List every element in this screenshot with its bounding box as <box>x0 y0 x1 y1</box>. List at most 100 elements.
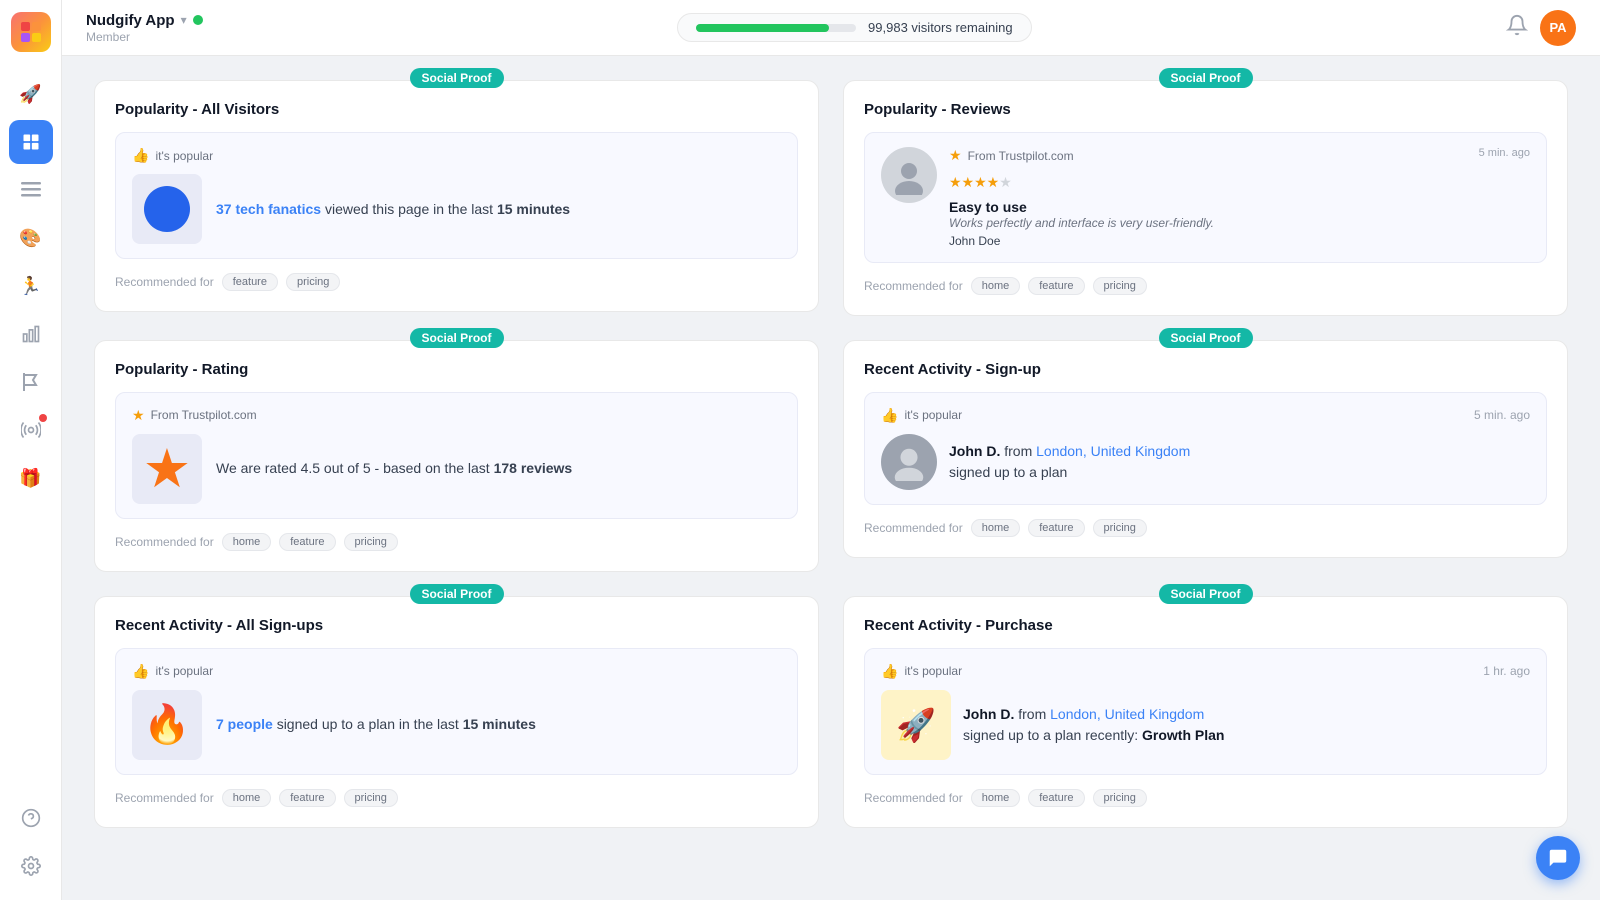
time-badge: 5 min. ago <box>1474 408 1530 422</box>
sidebar-item-rocket[interactable]: 🚀 <box>9 72 53 116</box>
tag-feature[interactable]: feature <box>1028 277 1084 295</box>
plan-link[interactable]: Growth Plan <box>1142 727 1224 743</box>
social-proof-badge: Social Proof <box>409 68 503 88</box>
sidebar-item-list[interactable] <box>9 168 53 212</box>
sidebar-item-dashboard[interactable] <box>9 120 53 164</box>
card-popularity-reviews: Social Proof Popularity - Reviews <box>843 80 1568 316</box>
tag-pricing[interactable]: pricing <box>1093 789 1147 807</box>
thumbup-icon: 👍 <box>881 407 898 424</box>
activity-text: John D. from London, United Kingdom sign… <box>963 704 1224 746</box>
tag-feature[interactable]: feature <box>279 533 335 551</box>
sidebar-item-palette[interactable]: 🎨 <box>9 216 53 260</box>
chevron-icon[interactable]: ▾ <box>181 13 187 27</box>
preview-top: 👍 it's popular <box>132 663 781 680</box>
bold-text: 15 minutes <box>463 716 536 732</box>
recommended-label: Recommended for <box>864 279 963 293</box>
review-title: Easy to use <box>949 199 1530 215</box>
review-time: 5 min. ago <box>1479 147 1530 159</box>
card-recent-activity-purchase: Social Proof Recent Activity - Purchase … <box>843 596 1568 828</box>
highlight-text: 37 tech fanatics <box>216 201 321 217</box>
sidebar-item-chart[interactable] <box>9 312 53 356</box>
tag-feature[interactable]: feature <box>222 273 278 291</box>
app-info: Nudgify App ▾ Member <box>86 12 203 44</box>
preview-top: 👍 it's popular <box>132 147 781 164</box>
card-title: Popularity - Rating <box>115 361 798 378</box>
card-preview: 👍 it's popular 1 hr. ago 🚀 John D. from … <box>864 648 1547 775</box>
person-avatar <box>881 434 937 490</box>
card-title: Recent Activity - Purchase <box>864 617 1547 634</box>
blue-circle-icon <box>144 186 190 232</box>
recommended-row: Recommended for home feature pricing <box>115 533 798 551</box>
review-author: John Doe <box>949 234 1530 248</box>
tag-pricing[interactable]: pricing <box>344 789 398 807</box>
card-popularity-all-visitors: Social Proof Popularity - All Visitors 👍… <box>94 80 819 316</box>
sidebar: 🚀 🎨 🏃 🎁 <box>0 0 62 900</box>
tag-pricing[interactable]: pricing <box>1093 277 1147 295</box>
trustpilot-row: ★ From Trustpilot.com <box>949 147 1074 164</box>
tag-pricing[interactable]: pricing <box>286 273 340 291</box>
sidebar-item-settings[interactable] <box>9 844 53 888</box>
tag-home[interactable]: home <box>222 533 272 551</box>
recommended-label: Recommended for <box>115 535 214 549</box>
activity-top: 👍 it's popular 1 hr. ago <box>881 663 1530 680</box>
main-content: Nudgify App ▾ Member 99,983 visitors rem… <box>62 0 1600 900</box>
tag-feature[interactable]: feature <box>1028 519 1084 537</box>
trustpilot-star: ★ <box>132 407 145 424</box>
header: Nudgify App ▾ Member 99,983 visitors rem… <box>62 0 1600 56</box>
trustpilot-row: ★ From Trustpilot.com <box>132 407 781 424</box>
user-avatar[interactable]: PA <box>1540 10 1576 46</box>
activity-top: 👍 it's popular 5 min. ago <box>881 407 1530 424</box>
fire-icon-box: 🔥 <box>132 690 202 760</box>
big-star-icon: ★ <box>143 442 191 496</box>
thumbup-icon: 👍 <box>132 147 149 164</box>
preview-top-text: it's popular <box>155 149 213 163</box>
recommended-label: Recommended for <box>115 275 214 289</box>
app-logo <box>11 12 51 52</box>
card-popularity-rating: Social Proof Popularity - Rating ★ From … <box>94 340 819 572</box>
location-link[interactable]: London, United Kingdom <box>1036 443 1190 459</box>
time-badge: 1 hr. ago <box>1483 664 1530 678</box>
visitors-text: 99,983 visitors remaining <box>868 20 1013 35</box>
social-proof-badge: Social Proof <box>409 584 503 604</box>
card-preview: 👍 it's popular 🔥 7 people signed up to a… <box>115 648 798 775</box>
trustpilot-star: ★ <box>949 147 962 164</box>
activity-body: John D. from London, United Kingdomsigne… <box>881 434 1530 490</box>
member-label: Member <box>86 30 203 44</box>
chat-button[interactable] <box>1536 836 1580 880</box>
sidebar-item-help[interactable] <box>9 796 53 840</box>
preview-top-text: it's popular <box>904 664 962 678</box>
review-preview: ★ From Trustpilot.com ★★★★★ 5 min. ago E… <box>881 147 1530 248</box>
tag-home[interactable]: home <box>971 789 1021 807</box>
progress-track <box>696 24 856 32</box>
status-dot <box>193 15 203 25</box>
rating-highlight: 4.5 <box>301 460 320 476</box>
sidebar-item-activity[interactable]: 🏃 <box>9 264 53 308</box>
card-preview: 👍 it's popular 5 min. ago John D. from L… <box>864 392 1547 505</box>
tag-feature[interactable]: feature <box>279 789 335 807</box>
recommended-row: Recommended for home feature pricing <box>864 277 1547 295</box>
sidebar-item-flag[interactable] <box>9 360 53 404</box>
card-title: Popularity - All Visitors <box>115 101 798 118</box>
sidebar-item-gift[interactable]: 🎁 <box>9 456 53 500</box>
bell-icon[interactable] <box>1506 14 1528 42</box>
thumbup-icon: 👍 <box>881 663 898 680</box>
preview-body: 🔥 7 people signed up to a plan in the la… <box>132 690 781 760</box>
tag-home[interactable]: home <box>971 519 1021 537</box>
tag-home[interactable]: home <box>971 277 1021 295</box>
social-proof-badge: Social Proof <box>1158 68 1252 88</box>
recommended-row: Recommended for home feature pricing <box>864 789 1547 807</box>
sidebar-item-broadcast[interactable] <box>9 408 53 452</box>
location-link[interactable]: London, United Kingdom <box>1050 706 1204 722</box>
recommended-label: Recommended for <box>864 521 963 535</box>
recommended-row: Recommended for home feature pricing <box>864 519 1547 537</box>
activity-text: John D. from London, United Kingdomsigne… <box>949 441 1190 483</box>
tag-pricing[interactable]: pricing <box>344 533 398 551</box>
tag-home[interactable]: home <box>222 789 272 807</box>
thumbup-icon: 👍 <box>132 663 149 680</box>
tag-feature[interactable]: feature <box>1028 789 1084 807</box>
review-header: ★ From Trustpilot.com ★★★★★ 5 min. ago <box>949 147 1530 195</box>
highlight-text: 7 people <box>216 716 273 732</box>
preview-top-text: it's popular <box>904 408 962 422</box>
rocket-icon-box: 🚀 <box>881 690 951 760</box>
tag-pricing[interactable]: pricing <box>1093 519 1147 537</box>
